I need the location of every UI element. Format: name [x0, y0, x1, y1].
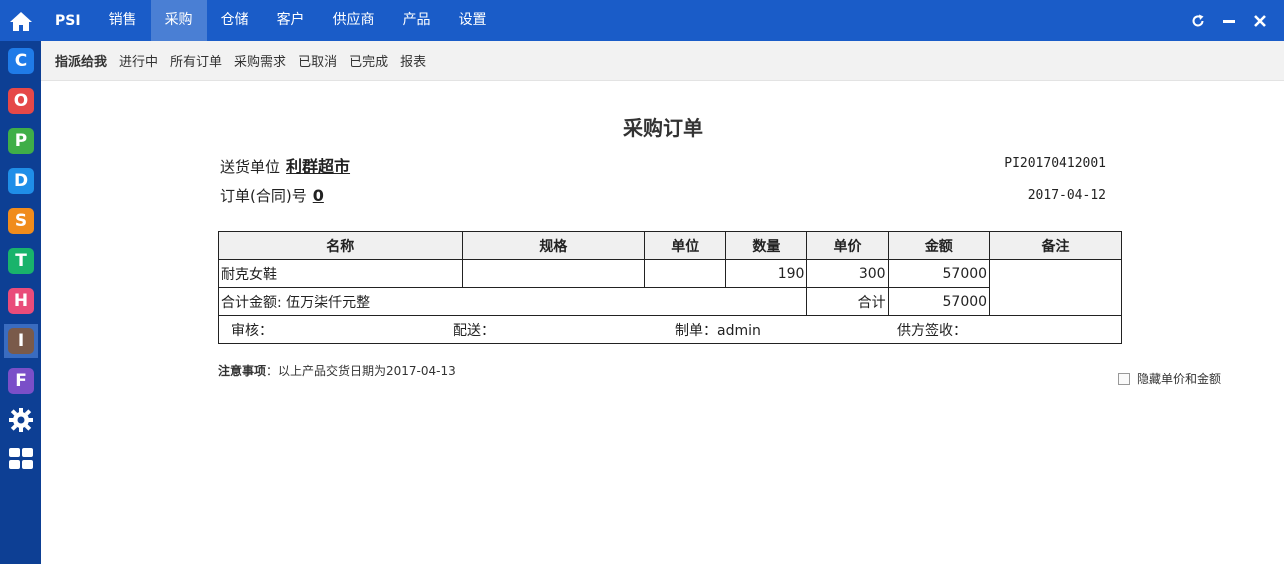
- brand-logo[interactable]: PSI: [41, 13, 95, 29]
- rail-app-s-icon[interactable]: S: [8, 208, 34, 234]
- table-header-row: 名称 规格 单位 数量 单价 金额 备注: [218, 231, 1122, 260]
- cell-qty: 190: [725, 259, 808, 288]
- cell-amount: 57000: [887, 259, 991, 288]
- cell-price: 300: [806, 259, 889, 288]
- cell-spec: [461, 259, 646, 288]
- page-title: 采购订单: [623, 116, 703, 140]
- sub-nav-item-0[interactable]: 指派给我: [55, 51, 107, 70]
- signature-supplier: 供方签收：: [897, 322, 967, 339]
- rail-app-o-icon[interactable]: O: [8, 88, 34, 114]
- rail-app-d-icon[interactable]: D: [8, 168, 34, 194]
- rail-app-c-icon[interactable]: C: [8, 48, 34, 74]
- signature-delivery: 配送：: [453, 322, 495, 339]
- hide-price-label[interactable]: 隐藏单价和金额: [1137, 370, 1221, 387]
- minimize-icon[interactable]: [1217, 0, 1241, 41]
- sub-nav: 指派给我 进行中 所有订单 采购需求 已取消 已完成 报表: [41, 41, 1284, 81]
- col-qty-header: 数量: [725, 231, 808, 260]
- col-spec-header: 规格: [461, 231, 646, 260]
- total-in-words: 合计金额: 伍万柒仟元整: [217, 287, 808, 316]
- close-icon[interactable]: [1248, 0, 1272, 41]
- rail-app-h-icon[interactable]: H: [8, 288, 34, 314]
- rail-app-i-icon[interactable]: I: [8, 328, 34, 354]
- sub-nav-item-1[interactable]: 进行中: [119, 51, 158, 70]
- sub-nav-item-5[interactable]: 已完成: [349, 51, 388, 70]
- nav-tab-5[interactable]: 产品: [389, 0, 445, 41]
- deliver-label: 送货单位: [220, 158, 281, 176]
- nav-tab-1[interactable]: 采购: [150, 0, 207, 41]
- col-name-header: 名称: [218, 231, 463, 260]
- order-code: PI20170412001: [1004, 156, 1106, 171]
- col-price-header: 单价: [806, 231, 889, 260]
- sub-nav-item-6[interactable]: 报表: [400, 51, 426, 70]
- sub-nav-item-3[interactable]: 采购需求: [234, 51, 286, 70]
- col-unit-header: 单位: [644, 231, 727, 260]
- notice-text: ：以上产品交货日期为2017-04-13: [266, 364, 456, 378]
- gear-icon[interactable]: [7, 406, 35, 434]
- cell-unit: [644, 259, 727, 288]
- nav-tab-3[interactable]: 客户: [263, 0, 319, 41]
- home-icon[interactable]: [0, 0, 41, 41]
- col-note-header: 备注: [989, 231, 1122, 260]
- deliver-value: 利群超市: [286, 157, 351, 176]
- col-amount-header: 金额: [887, 231, 991, 260]
- total-value: 57000: [887, 287, 991, 316]
- deliver-row: 送货单位 利群超市: [220, 153, 350, 177]
- notice-label: 注意事项: [218, 364, 267, 378]
- sub-nav-item-4[interactable]: 已取消: [298, 51, 337, 70]
- refresh-icon[interactable]: [1186, 0, 1210, 41]
- order-no-label: 订单(合同)号: [220, 187, 307, 205]
- sub-nav-item-2[interactable]: 所有订单: [170, 51, 222, 70]
- cell-note: [989, 259, 1122, 316]
- table-row: 耐克女鞋 190 300 57000: [218, 259, 1122, 316]
- nav-tab-0[interactable]: 销售: [95, 0, 151, 41]
- notice: 注意事项：以上产品交货日期为2017-04-13: [218, 362, 456, 379]
- hide-price-option[interactable]: 隐藏单价和金额: [1118, 370, 1221, 387]
- grid-icon[interactable]: [7, 445, 35, 473]
- order-no-row: 订单(合同)号 0: [220, 185, 324, 206]
- order-no-value: 0: [312, 186, 324, 205]
- signature-row: 审核： 配送： 制单：admin 供方签收：: [218, 315, 1122, 344]
- rail-app-f-icon[interactable]: F: [8, 368, 34, 394]
- hide-price-checkbox[interactable]: [1118, 372, 1130, 385]
- total-row: 合计金额: 伍万柒仟元整 合计 57000: [217, 287, 1122, 316]
- total-label: 合计: [806, 287, 889, 316]
- nav-tab-6[interactable]: 设置: [445, 0, 501, 41]
- signature-maker: 制单：admin: [675, 322, 761, 339]
- nav-tab-2[interactable]: 仓储: [207, 0, 263, 41]
- rail-app-t-icon[interactable]: T: [8, 248, 34, 274]
- nav-tab-4[interactable]: 供应商: [319, 0, 389, 41]
- order-date: 2017-04-12: [1027, 188, 1106, 203]
- order-table: 名称 规格 单位 数量 单价 金额 备注 耐克女鞋 190 300 57000 …: [217, 231, 1122, 344]
- top-nav: PSI 销售 采购 仓储 客户 供应商 产品 设置: [41, 0, 1284, 41]
- rail-app-p-icon[interactable]: P: [8, 128, 34, 154]
- cell-name: 耐克女鞋: [218, 259, 463, 288]
- signature-review: 审核：: [231, 322, 273, 339]
- app-rail: COPDSTHIF: [0, 0, 41, 564]
